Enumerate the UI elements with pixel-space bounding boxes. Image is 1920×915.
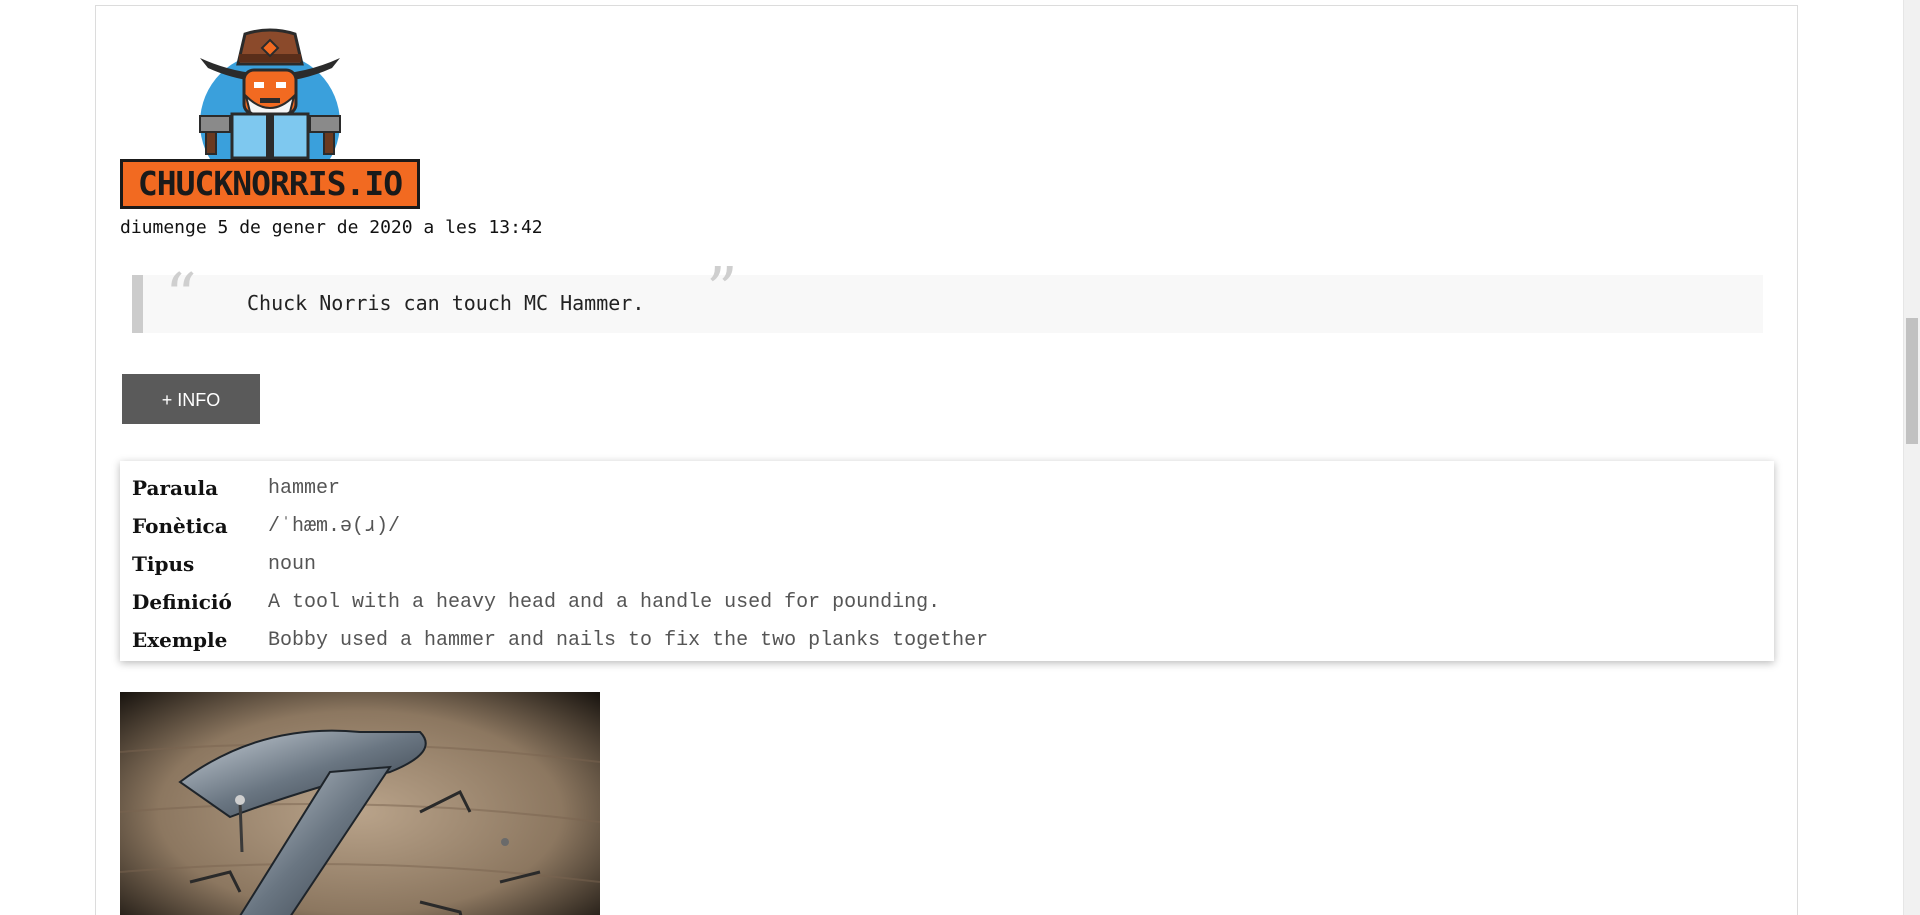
page-viewport: CHUCKNORRIS.IO diumenge 5 de gener de 20… (0, 0, 1920, 915)
chucknorris-logo[interactable]: CHUCKNORRIS.IO (120, 28, 420, 210)
definition-label: Fonètica (132, 514, 228, 538)
joke-date: diumenge 5 de gener de 2020 a les 13:42 (120, 217, 543, 238)
definition-row: Fonètica/ˈhæm.ə(ɹ)/ (132, 507, 988, 545)
close-quote-icon: ” (706, 253, 738, 326)
definition-label: Definició (132, 590, 232, 614)
definition-row: Tipus noun (132, 545, 988, 583)
scrollbar-thumb[interactable] (1906, 318, 1918, 444)
definition-value: hammer (268, 476, 341, 500)
joke-text: Chuck Norris can touch MC Hammer. (247, 291, 645, 315)
hammer-photo (120, 692, 600, 915)
definition-row: Exemple Bobby used a hammer and nails to … (132, 621, 988, 659)
definition-table: Paraula hammer Fonètica/ˈhæm.ə(ɹ)/ Tipus nou… (132, 469, 988, 659)
joke-quote: “ Chuck Norris can touch MC Hammer. ” (132, 255, 1763, 333)
logo-wordmark: CHUCKNORRIS.IO (120, 159, 420, 209)
page-scrollbar[interactable] (1903, 0, 1920, 915)
definition-value: Bobby used a hammer and nails to fix the… (268, 628, 989, 652)
open-quote-icon: “ (165, 259, 197, 332)
chuck-norris-mascot-icon (199, 28, 341, 193)
definition-label: Tipus (132, 552, 195, 576)
definition-label: Paraula (132, 476, 219, 500)
word-definition-panel: Paraula hammer Fonètica/ˈhæm.ə(ɹ)/ Tipus nou… (120, 461, 1774, 661)
definition-row: Definició A tool with a heavy head and a … (132, 583, 988, 621)
definition-label: Exemple (132, 628, 228, 652)
more-info-button[interactable]: + INFO (122, 374, 260, 424)
definition-value: /ˈhæm.ə(ɹ)/ (268, 514, 401, 538)
definition-row: Paraula hammer (132, 469, 988, 507)
hammer-image-icon (120, 692, 600, 915)
definition-value: A tool with a heavy head and a handle us… (268, 590, 941, 614)
definition-value: noun (268, 552, 317, 576)
